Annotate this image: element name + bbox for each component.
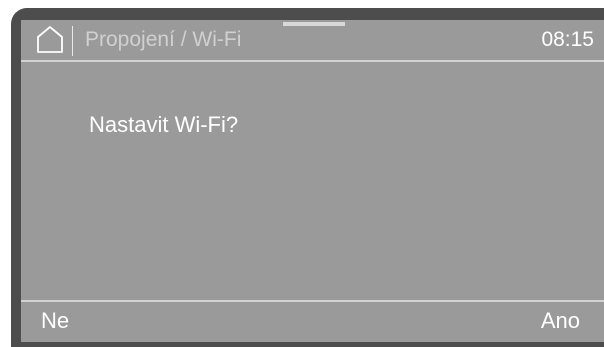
yes-button[interactable]: Ano [541,306,580,336]
clock: 08:15 [541,28,594,51]
footer-divider [21,300,604,302]
home-button[interactable] [35,25,65,55]
appliance-display: Propojení / Wi-Fi 08:15 Nastavit Wi-Fi? … [0,0,604,347]
header-divider [21,60,604,62]
scroll-indicator [283,22,345,26]
header-separator [72,26,73,56]
header-bar: Propojení / Wi-Fi 08:15 [21,20,604,60]
home-icon [37,26,63,53]
breadcrumb: Propojení / Wi-Fi [85,28,242,51]
no-button[interactable]: Ne [41,306,69,336]
display-screen: Propojení / Wi-Fi 08:15 Nastavit Wi-Fi? … [21,20,604,342]
dialog-question: Nastavit Wi-Fi? [89,112,239,137]
